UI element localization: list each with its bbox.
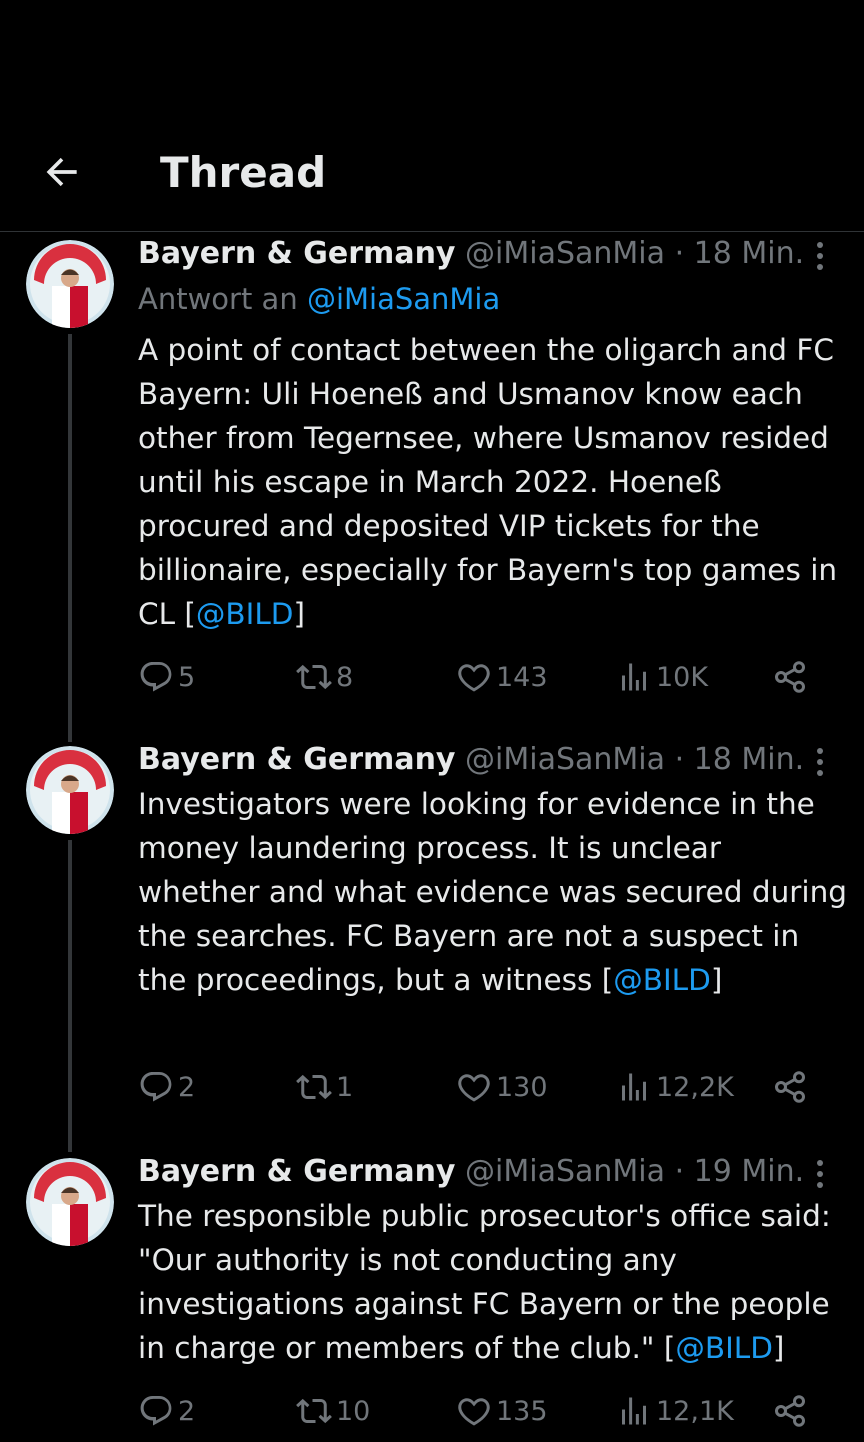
views-button[interactable]: 10K [616,652,708,702]
reply-prefix: Antwort an [138,282,298,316]
retweet-icon [296,1074,332,1100]
share-icon [775,1395,805,1427]
timestamp[interactable]: 18 Min. [694,742,804,777]
views-count: 10K [656,661,709,693]
views-button[interactable]: 12,2K [616,1062,734,1112]
author-handle[interactable]: @iMiaSanMia [465,1154,665,1189]
like-count: 143 [496,661,548,693]
retweet-icon [296,664,332,690]
reply-handle-link[interactable]: @iMiaSanMia [307,282,500,316]
tweet-header: Bayern & Germany @iMiaSanMia · 18 Min. [138,234,804,274]
author-name[interactable]: Bayern & Germany [138,236,455,271]
author-name[interactable]: Bayern & Germany [138,1154,455,1189]
mention-link[interactable]: @BILD [196,597,294,631]
views-chart-icon [622,1073,646,1101]
tweet-header: Bayern & Germany @iMiaSanMia · 18 Min. [138,740,804,780]
tweet-text: The responsible public prosecutor's offi… [138,1194,858,1370]
heart-icon [458,664,490,692]
like-count: 135 [496,1395,548,1427]
retweet-icon [296,1398,332,1424]
heart-icon [458,1398,490,1426]
reply-button[interactable]: 2 [138,1386,195,1436]
tweet-text: Investigators were looking for evidence … [138,782,848,1002]
timestamp[interactable]: 19 Min. [694,1154,804,1189]
share-button[interactable] [772,652,808,702]
like-button[interactable]: 143 [456,652,548,702]
share-button[interactable] [772,1062,808,1112]
reply-count: 2 [178,1395,196,1427]
tweet-text-end: ] [710,963,723,997]
retweet-count: 1 [336,1071,354,1103]
action-bar: 2 10 135 12,1K [138,1386,828,1436]
author-handle[interactable]: @iMiaSanMia [465,742,665,777]
tweet[interactable]: Bayern & Germany @iMiaSanMia · 18 Min. A… [0,232,864,732]
like-button[interactable]: 135 [456,1386,548,1436]
mention-link[interactable]: @BILD [613,963,711,997]
reply-button[interactable]: 5 [138,652,195,702]
retweet-button[interactable]: 1 [296,1062,353,1112]
heart-icon [458,1074,490,1102]
reply-button[interactable]: 2 [138,1062,195,1112]
tweet-text-end: ] [772,1331,785,1365]
page-title: Thread [160,148,327,197]
tweet-body: Investigators were looking for evidence … [138,787,848,997]
tweet[interactable]: Bayern & Germany @iMiaSanMia · 18 Min. I… [0,738,864,1148]
retweet-button[interactable]: 10 [296,1386,370,1436]
reply-context: Antwort an @iMiaSanMia [138,279,500,319]
reply-count: 5 [178,661,196,693]
reply-icon [140,1072,172,1102]
author-handle[interactable]: @iMiaSanMia [465,236,665,271]
tweet[interactable]: Bayern & Germany @iMiaSanMia · 19 Min. T… [0,1150,864,1442]
reply-icon [140,662,172,692]
avatar[interactable] [26,746,114,834]
tweet-text-end: ] [293,597,306,631]
more-options-icon[interactable] [800,742,840,782]
views-chart-icon [622,663,646,691]
avatar[interactable] [26,1158,114,1246]
views-count: 12,1K [656,1395,734,1427]
action-bar: 2 1 130 12,2K [138,1062,828,1112]
retweet-count: 10 [336,1395,371,1427]
retweet-button[interactable]: 8 [296,652,353,702]
views-button[interactable]: 12,1K [616,1386,734,1436]
separator-dot: · [674,1154,685,1189]
reply-icon [140,1396,172,1426]
separator-dot: · [674,742,685,777]
tweet-body: A point of contact between the oligarch … [138,333,838,631]
more-options-icon[interactable] [800,236,840,276]
avatar[interactable] [26,240,114,328]
author-name[interactable]: Bayern & Germany [138,742,455,777]
share-icon [775,1071,805,1103]
share-button[interactable] [772,1386,808,1436]
like-count: 130 [496,1071,548,1103]
back-arrow-icon[interactable] [40,150,84,194]
mention-link[interactable]: @BILD [675,1331,773,1365]
views-count: 12,2K [656,1071,734,1103]
tweet-header: Bayern & Germany @iMiaSanMia · 19 Min. [138,1152,804,1192]
top-bar: Thread [0,0,864,232]
action-bar: 5 8 143 10K [138,652,828,702]
reply-count: 2 [178,1071,196,1103]
timestamp[interactable]: 18 Min. [694,236,804,271]
tweet-text: A point of contact between the oligarch … [138,328,848,636]
separator-dot: · [674,236,685,271]
like-button[interactable]: 130 [456,1062,548,1112]
views-chart-icon [622,1397,646,1425]
more-options-icon[interactable] [800,1154,840,1194]
retweet-count: 8 [336,661,354,693]
share-icon [775,661,805,693]
